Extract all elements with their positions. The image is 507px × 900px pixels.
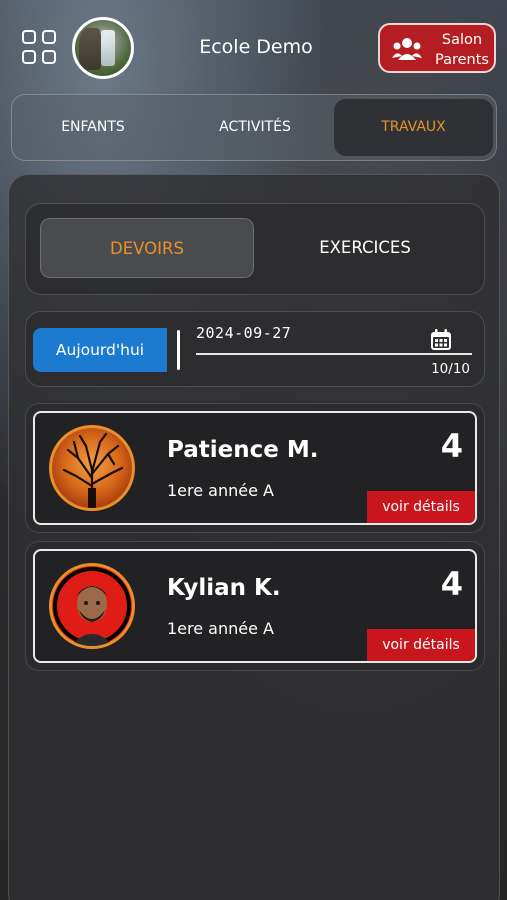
student-card-wrapper: Kylian K. 1ere année A 4 voir détails	[25, 541, 485, 671]
tree-avatar	[49, 425, 135, 511]
people-icon	[392, 38, 422, 60]
tab-devoirs[interactable]: DEVOIRS	[40, 218, 254, 278]
tab-enfants[interactable]: ENFANTS	[20, 95, 166, 159]
sub-tab-bar: DEVOIRS EXERCICES	[25, 203, 485, 295]
content-panel: DEVOIRS EXERCICES Aujourd'hui 2024-09-27…	[8, 174, 500, 900]
salon-parents-button[interactable]: Salon Parents	[378, 23, 496, 73]
student-class: 1ere année A	[167, 481, 274, 500]
result-count: 10/10	[431, 361, 470, 377]
student-card-wrapper: Patience M. 1ere année A 4 voir détails	[25, 403, 485, 533]
student-name: Kylian K.	[167, 575, 281, 601]
main-tab-bar: ENFANTS ACTIVITÉS TRAVAUX	[11, 94, 497, 161]
date-input[interactable]: 2024-09-27	[196, 324, 291, 342]
view-details-button[interactable]: voir détails	[367, 629, 475, 661]
view-details-button[interactable]: voir détails	[367, 491, 475, 523]
today-button[interactable]: Aujourd'hui	[33, 328, 167, 372]
student-class: 1ere année A	[167, 619, 274, 638]
student-card[interactable]: Patience M. 1ere année A 4 voir détails	[33, 411, 477, 525]
student-name: Patience M.	[167, 437, 319, 463]
salon-label-line1: Salon	[441, 32, 483, 48]
menu-grid-icon[interactable]	[22, 30, 58, 66]
student-card[interactable]: Kylian K. 1ere année A 4 voir détails	[33, 549, 477, 663]
tab-travaux[interactable]: TRAVAUX	[334, 99, 493, 156]
salon-label-line2: Parents	[435, 52, 489, 68]
homework-count: 4	[440, 565, 463, 603]
app-header: Ecole Demo Salon Parents	[0, 0, 507, 96]
divider	[177, 330, 180, 370]
calendar-icon[interactable]	[429, 328, 453, 352]
school-name: Ecole Demo	[199, 36, 313, 58]
date-filter: Aujourd'hui 2024-09-27 10/10	[25, 311, 485, 387]
tab-activites[interactable]: ACTIVITÉS	[182, 95, 328, 159]
person-avatar	[49, 563, 135, 649]
school-logo	[72, 17, 134, 79]
date-underline	[196, 353, 472, 355]
tab-exercices[interactable]: EXERCICES	[258, 218, 472, 278]
homework-count: 4	[440, 427, 463, 465]
